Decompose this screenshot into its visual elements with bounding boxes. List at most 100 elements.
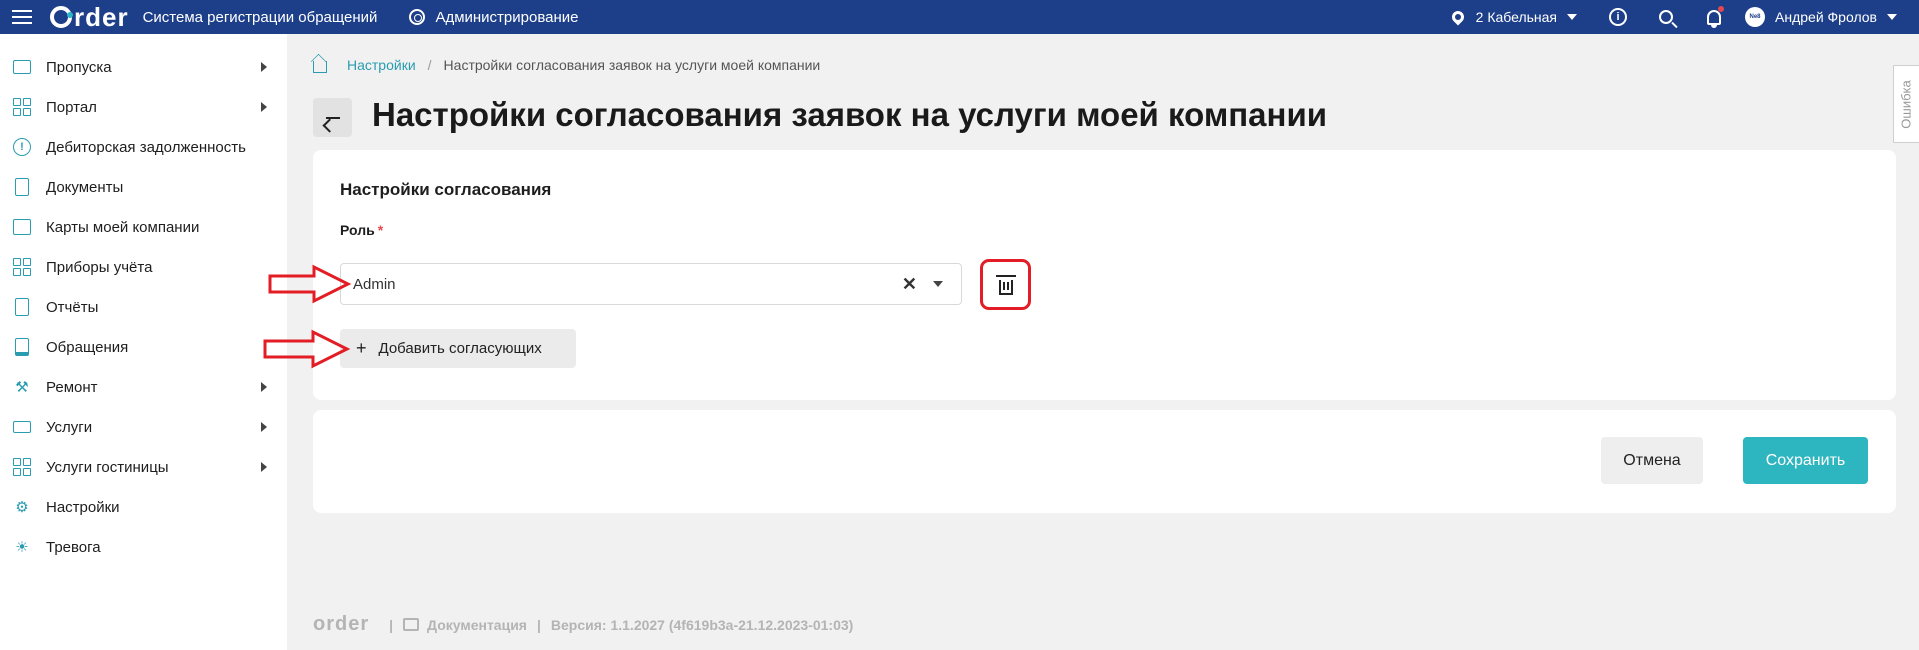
- add-approvers-button[interactable]: + Добавить согласующих: [340, 329, 576, 368]
- sidebar-item-reports[interactable]: Отчёты: [0, 287, 287, 327]
- breadcrumb: Настройки / Настройки согласования заяво…: [313, 57, 820, 73]
- alert-circle-icon: !: [12, 137, 32, 157]
- sidebar-item-services[interactable]: Услуги: [0, 407, 287, 447]
- gear-icon: ⚙: [15, 499, 29, 516]
- clear-icon[interactable]: ✕: [902, 274, 917, 295]
- sidebar-item-label: Портал: [46, 98, 97, 116]
- section-title: Настройки согласования: [340, 180, 552, 199]
- sidebar-item-settings[interactable]: ⚙ Настройки: [0, 487, 287, 527]
- chevron-right-icon: [261, 102, 267, 112]
- location-select[interactable]: 2 Кабельная: [1449, 8, 1578, 26]
- sidebar: Пропуска Портал ! Дебиторская задолженно…: [0, 34, 287, 650]
- sidebar-item-label: Приборы учёта: [46, 258, 153, 276]
- role-select-value: Admin: [353, 275, 396, 293]
- breadcrumb-separator: /: [427, 57, 432, 73]
- notifications-button[interactable]: [1697, 0, 1731, 34]
- sidebar-item-alarm[interactable]: ☀ Тревога: [0, 527, 287, 567]
- role-label: Роль *: [340, 222, 383, 238]
- briefcase-icon: [12, 417, 32, 437]
- sidebar-item-portal[interactable]: Портал: [0, 87, 287, 127]
- version-text: Версия: 1.1.2027 (4f619b3a-21.12.2023-01…: [550, 616, 854, 633]
- footer-separator: |: [536, 616, 541, 633]
- meter-icon: [12, 257, 32, 277]
- sidebar-item-label: Пропуска: [46, 58, 112, 76]
- footer-logo: order: [313, 613, 370, 635]
- location-label: 2 Кабельная: [1475, 9, 1558, 25]
- back-button[interactable]: [313, 98, 352, 137]
- footer-separator: |: [389, 616, 394, 633]
- role-select[interactable]: Admin ✕: [340, 263, 962, 305]
- plus-icon: +: [356, 338, 367, 358]
- sidebar-item-label: Обращения: [46, 338, 129, 356]
- breadcrumb-current: Настройки согласования заявок на услуги …: [443, 57, 821, 73]
- top-bar: rder Система регистрации обращений Админ…: [0, 0, 1919, 34]
- search-button[interactable]: [1649, 0, 1683, 34]
- grid-icon: [12, 97, 32, 117]
- chevron-right-icon: [261, 62, 267, 72]
- required-mark: *: [377, 222, 384, 238]
- sidebar-item-meters[interactable]: Приборы учёта: [0, 247, 287, 287]
- map-icon: [12, 217, 32, 237]
- home-icon[interactable]: [313, 60, 327, 73]
- info-icon: i: [1609, 8, 1628, 26]
- chevron-down-icon: [1887, 14, 1897, 20]
- admin-label: Администрирование: [435, 8, 579, 26]
- annotation-arrow-icon: [268, 264, 352, 304]
- book-icon: [12, 337, 32, 357]
- save-button[interactable]: Сохранить: [1743, 437, 1868, 484]
- chevron-right-icon: [261, 462, 267, 472]
- annotation-arrow-icon: [263, 329, 351, 369]
- wrench-icon: ⚒: [15, 379, 29, 396]
- add-approvers-label: Добавить согласующих: [378, 340, 542, 357]
- sidebar-item-requests[interactable]: Обращения: [0, 327, 287, 367]
- book-icon: [403, 618, 420, 631]
- error-side-tab[interactable]: Ошибка: [1893, 65, 1919, 143]
- location-pin-icon: [1449, 8, 1467, 26]
- info-button[interactable]: i: [1601, 0, 1635, 34]
- breadcrumb-link-settings[interactable]: Настройки: [347, 57, 416, 73]
- document-icon: [12, 177, 32, 197]
- chevron-right-icon: [261, 382, 267, 392]
- documentation-link[interactable]: Документация: [427, 617, 527, 633]
- pass-card-icon: [12, 57, 32, 77]
- notification-dot: [1718, 6, 1725, 12]
- approval-settings-card: Настройки согласования Роль * Admin ✕ + Д…: [313, 150, 1896, 400]
- sidebar-item-passes[interactable]: Пропуска: [0, 47, 287, 87]
- footer: order | Документация | Версия: 1.1.2027 …: [313, 613, 853, 636]
- sidebar-item-label: Документы: [46, 178, 124, 196]
- chevron-down-icon: [1567, 14, 1578, 20]
- sidebar-item-receivables[interactable]: ! Дебиторская задолженность: [0, 127, 287, 167]
- cancel-button[interactable]: Отмена: [1601, 437, 1703, 484]
- sidebar-item-documents[interactable]: Документы: [0, 167, 287, 207]
- error-tab-label: Ошибка: [1899, 79, 1915, 129]
- logo-mark-icon: [50, 6, 73, 28]
- logo-text: rder: [74, 1, 129, 32]
- sidebar-item-label: Тревога: [46, 538, 101, 556]
- page-title: Настройки согласования заявок на услуги …: [372, 96, 1328, 133]
- hotel-icon: [12, 457, 32, 477]
- alarm-icon: ☀: [15, 539, 29, 556]
- logo[interactable]: rder: [50, 2, 129, 33]
- chevron-down-icon[interactable]: [933, 281, 943, 287]
- sidebar-item-hotel-services[interactable]: Услуги гостиницы: [0, 447, 287, 487]
- report-icon: [12, 297, 32, 317]
- sidebar-item-repair[interactable]: ⚒ Ремонт: [0, 367, 287, 407]
- settings-icon: [409, 9, 426, 25]
- user-menu[interactable]: Ne8 Андрей Фролов: [1745, 7, 1897, 27]
- annotation-highlight: [980, 259, 1031, 310]
- user-name: Андрей Фролов: [1775, 9, 1877, 25]
- sidebar-item-label: Настройки: [46, 498, 120, 516]
- menu-icon[interactable]: [0, 0, 44, 34]
- actions-card: Отмена Сохранить: [313, 410, 1896, 513]
- arrow-left-icon: [325, 116, 340, 119]
- sidebar-item-label: Услуги: [46, 418, 93, 436]
- app-title: Система регистрации обращений: [142, 8, 378, 26]
- sidebar-item-label: Дебиторская задолженность: [46, 138, 246, 156]
- admin-link[interactable]: Администрирование: [409, 9, 578, 26]
- sidebar-item-label: Услуги гостиницы: [46, 458, 169, 476]
- avatar: Ne8: [1745, 7, 1766, 27]
- sidebar-item-label: Отчёты: [46, 298, 99, 316]
- role-label-text: Роль: [340, 222, 375, 238]
- sidebar-item-maps[interactable]: Карты моей компании: [0, 207, 287, 247]
- search-icon: [1659, 10, 1674, 24]
